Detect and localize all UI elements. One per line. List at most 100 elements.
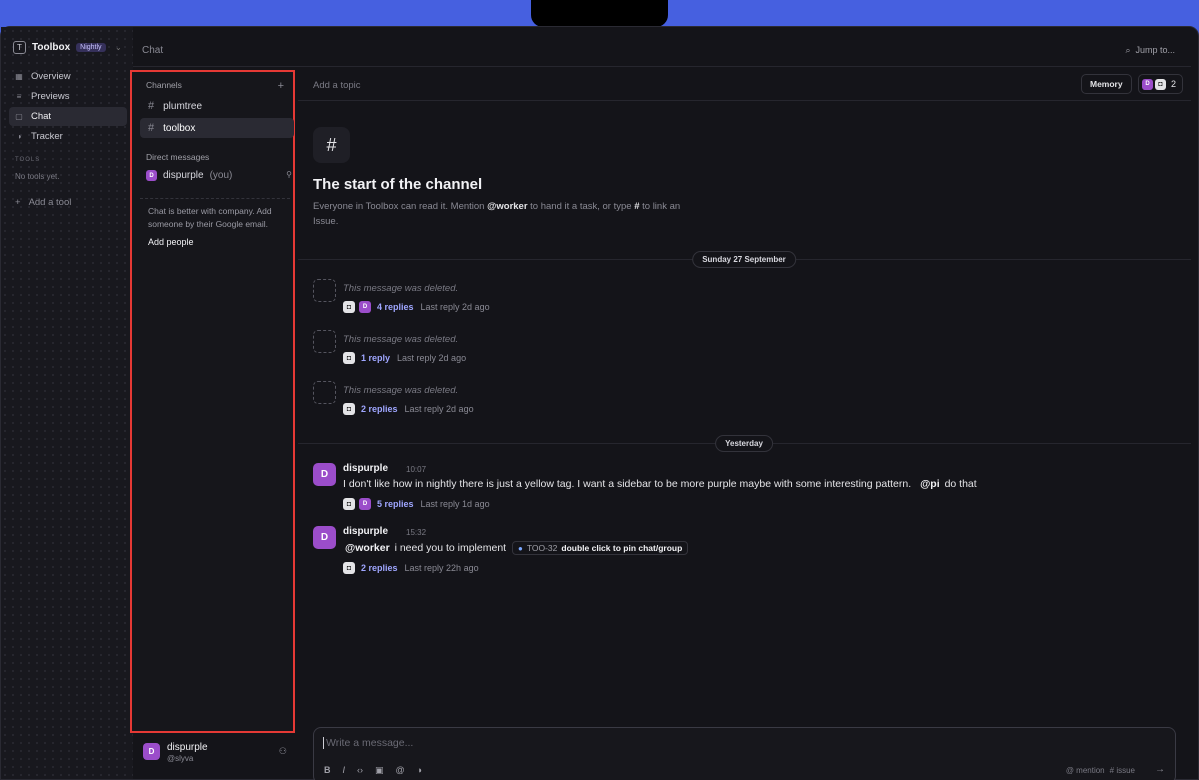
members-button[interactable]: D ◘ 2 [1138, 74, 1184, 94]
issue-id: TOO-32 [526, 543, 558, 553]
add-people-button[interactable]: Add people [148, 236, 282, 249]
avatar: D [1142, 78, 1153, 90]
app-sidebar: T Toolbox Nightly ⌄ ▦ Overview ≡ Preview… [1, 27, 133, 779]
format-toolbar: B I ‹› ▣ @ ◑ [324, 765, 422, 776]
message-author[interactable]: dispurple [343, 463, 388, 474]
check-circle-icon: ● [518, 543, 523, 553]
nightly-badge: Nightly [76, 43, 106, 52]
desc-mention: @worker [487, 201, 528, 212]
bot-icon: ◘ [343, 562, 355, 574]
bot-icon: ◘ [343, 352, 355, 364]
mention[interactable]: @pi [918, 478, 942, 490]
reply-count: 4 replies [377, 302, 414, 312]
contrast-icon[interactable]: ◑ [417, 765, 422, 776]
message-deleted: This message was deleted. ◘ D 4 replies … [313, 279, 1173, 319]
channel-header: Add a topic Memory D ◘ 2 [298, 68, 1191, 101]
grid-icon: ▦ [15, 72, 23, 81]
chevron-down-icon[interactable]: ⌄ [115, 43, 122, 52]
channel-name: toolbox [163, 122, 196, 134]
last-reply-time: Last reply 2d ago [404, 404, 474, 414]
channel-start-title: The start of the channel [313, 176, 483, 193]
topic-input[interactable]: Add a topic [313, 80, 361, 91]
user-name: dispurple [167, 742, 208, 753]
italic-icon[interactable]: I [343, 765, 346, 776]
thread-summary[interactable]: ◘ D 4 replies Last reply 2d ago [343, 301, 490, 313]
message-deleted: This message was deleted. ◘ 1 reply Last… [313, 330, 1173, 370]
nav-item-chat[interactable]: ▢ Chat [9, 107, 127, 126]
user-settings-icon[interactable]: ⚇ [279, 746, 287, 757]
jump-to-button[interactable]: ⌕ Jump to... [1125, 45, 1175, 56]
hash-icon: # [148, 100, 155, 112]
add-channel-icon[interactable]: + [278, 80, 284, 92]
invite-card: Chat is better with company. Add someone… [140, 198, 290, 254]
issue-chip[interactable]: ● TOO-32 double click to pin chat/group [512, 541, 689, 555]
channel-hash-icon: # [313, 127, 350, 163]
deleted-text: This message was deleted. [343, 334, 459, 345]
last-reply-time: Last reply 2d ago [397, 353, 467, 363]
message-author[interactable]: dispurple [343, 526, 388, 537]
date-pill: Yesterday [715, 435, 773, 452]
dm-name: dispurple [163, 170, 204, 181]
half-circle-icon: ◑ [16, 132, 22, 141]
main-nav: ▦ Overview ≡ Previews ▢ Chat ◑ Tracker [9, 67, 127, 147]
message-time: 15:32 [406, 528, 427, 537]
add-tool-label: Add a tool [28, 197, 72, 208]
list-icon: ≡ [16, 92, 22, 101]
dm-item-dispurple[interactable]: D dispurple (you) ⚲ [146, 170, 292, 181]
nav-item-overview[interactable]: ▦ Overview [9, 67, 127, 86]
at-sign-icon[interactable]: @ [396, 765, 405, 776]
placeholder-avatar [313, 381, 336, 404]
message-time: 10:07 [406, 465, 427, 474]
thread-summary[interactable]: ◘ D 5 replies Last reply 1d ago [343, 498, 490, 510]
dm-you-suffix: (you) [209, 170, 233, 181]
thread-summary[interactable]: ◘ 1 reply Last reply 2d ago [343, 352, 466, 364]
avatar: D [359, 301, 371, 313]
nav-item-label: Previews [31, 91, 70, 102]
reply-count: 2 replies [361, 563, 398, 573]
bot-icon: ◘ [343, 403, 355, 415]
bot-icon: ◘ [1155, 78, 1166, 90]
last-reply-time: Last reply 2d ago [420, 302, 490, 312]
mention[interactable]: @worker [343, 542, 392, 554]
invite-text: Chat is better with company. Add someone… [148, 206, 272, 229]
chat-main: Add a topic Memory D ◘ 2 # The start of … [298, 68, 1191, 780]
bold-icon[interactable]: B [324, 765, 331, 776]
workspace-switcher[interactable]: T Toolbox Nightly [13, 41, 106, 54]
plus-icon: + [15, 197, 21, 208]
hash-icon: # [148, 122, 155, 134]
placeholder-avatar [313, 279, 336, 302]
add-tool-button[interactable]: + Add a tool [15, 197, 71, 208]
avatar[interactable]: D [313, 463, 336, 486]
composer-hints: @ mention # issue [1066, 766, 1135, 775]
date-pill: Sunday 27 September [692, 251, 796, 268]
nav-item-previews[interactable]: ≡ Previews [9, 87, 127, 106]
code-icon[interactable]: ‹› [357, 765, 363, 776]
pin-icon[interactable]: ⚲ [286, 170, 292, 179]
avatar[interactable]: D [313, 526, 336, 549]
image-icon[interactable]: ▣ [375, 765, 384, 776]
channel-sidebar: Channels + # plumtree # toolbox Direct m… [130, 70, 295, 733]
reply-count: 5 replies [377, 499, 414, 509]
channel-item-toolbox[interactable]: # toolbox [140, 118, 294, 138]
thread-summary[interactable]: ◘ 2 replies Last reply 2d ago [343, 403, 474, 415]
bot-icon: ◘ [343, 301, 355, 313]
send-arrow-icon[interactable]: → [1155, 764, 1165, 775]
bot-icon: ◘ [343, 498, 355, 510]
channel-item-plumtree[interactable]: # plumtree [140, 96, 294, 116]
thread-summary[interactable]: ◘ 2 replies Last reply 22h ago [343, 562, 479, 574]
user-handle: @slyva [167, 754, 194, 763]
message-text: I don't like how in nightly there is jus… [343, 478, 912, 490]
message-text: i need you to implement [394, 541, 507, 554]
message-deleted: This message was deleted. ◘ 2 replies La… [313, 381, 1173, 421]
message-composer: B I ‹› ▣ @ ◑ @ mention # issue → [313, 727, 1176, 780]
nav-item-label: Tracker [31, 131, 63, 142]
channel-name: plumtree [163, 100, 203, 112]
message-input[interactable] [323, 737, 1023, 749]
last-reply-time: Last reply 1d ago [420, 499, 490, 509]
chat-topbar: Chat ⌕ Jump to... [133, 37, 1191, 67]
issue-title: double click to pin chat/group [561, 543, 683, 553]
jump-to-label: Jump to... [1135, 45, 1175, 55]
current-user[interactable]: D dispurple @slyva ⚇ [133, 735, 295, 780]
memory-button[interactable]: Memory [1081, 74, 1132, 94]
nav-item-tracker[interactable]: ◑ Tracker [9, 127, 127, 146]
